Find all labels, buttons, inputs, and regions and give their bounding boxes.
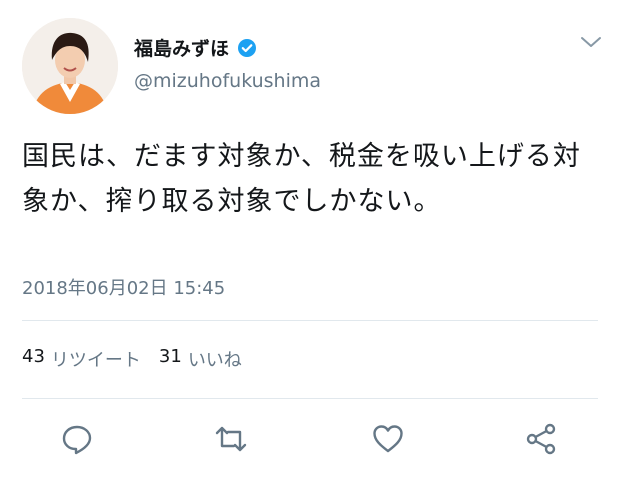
action-bar (0, 418, 620, 464)
likes-stat[interactable]: 31 いいね (159, 346, 242, 372)
reply-button[interactable] (60, 422, 94, 456)
user-handle[interactable]: @mizuhofukushima (134, 70, 321, 92)
reply-icon (62, 425, 92, 455)
likes-label: いいね (187, 350, 242, 371)
heart-icon (373, 425, 403, 453)
name-row: 福島みずほ (134, 34, 257, 61)
share-icon (526, 423, 556, 455)
retweets-count: 43 (22, 346, 45, 367)
share-button[interactable] (524, 422, 558, 456)
chevron-down-icon[interactable] (580, 34, 602, 48)
divider (22, 398, 598, 399)
tweet-card: 福島みずほ @mizuhofukushima 国民は、だます対象か、税金を吸い上… (0, 0, 620, 501)
likes-count: 31 (158, 346, 182, 367)
avatar-photo (22, 18, 118, 114)
retweet-icon (215, 426, 247, 452)
divider (22, 320, 598, 321)
retweets-stat[interactable]: 43 リツイート (22, 346, 141, 372)
like-button[interactable] (371, 422, 405, 456)
verified-badge-icon (237, 38, 257, 58)
tweet-stats: 43 リツイート 31 いいね (22, 346, 242, 372)
retweet-button[interactable] (214, 422, 248, 456)
retweets-label: リツイート (50, 350, 141, 371)
tweet-timestamp[interactable]: 2018年06月02日 15:45 (22, 274, 225, 300)
avatar[interactable] (22, 18, 118, 114)
display-name[interactable]: 福島みずほ (134, 34, 229, 61)
tweet-text: 国民は、だます対象か、税金を吸い上げる対象か、搾り取る対象でしかない。 (22, 141, 581, 217)
